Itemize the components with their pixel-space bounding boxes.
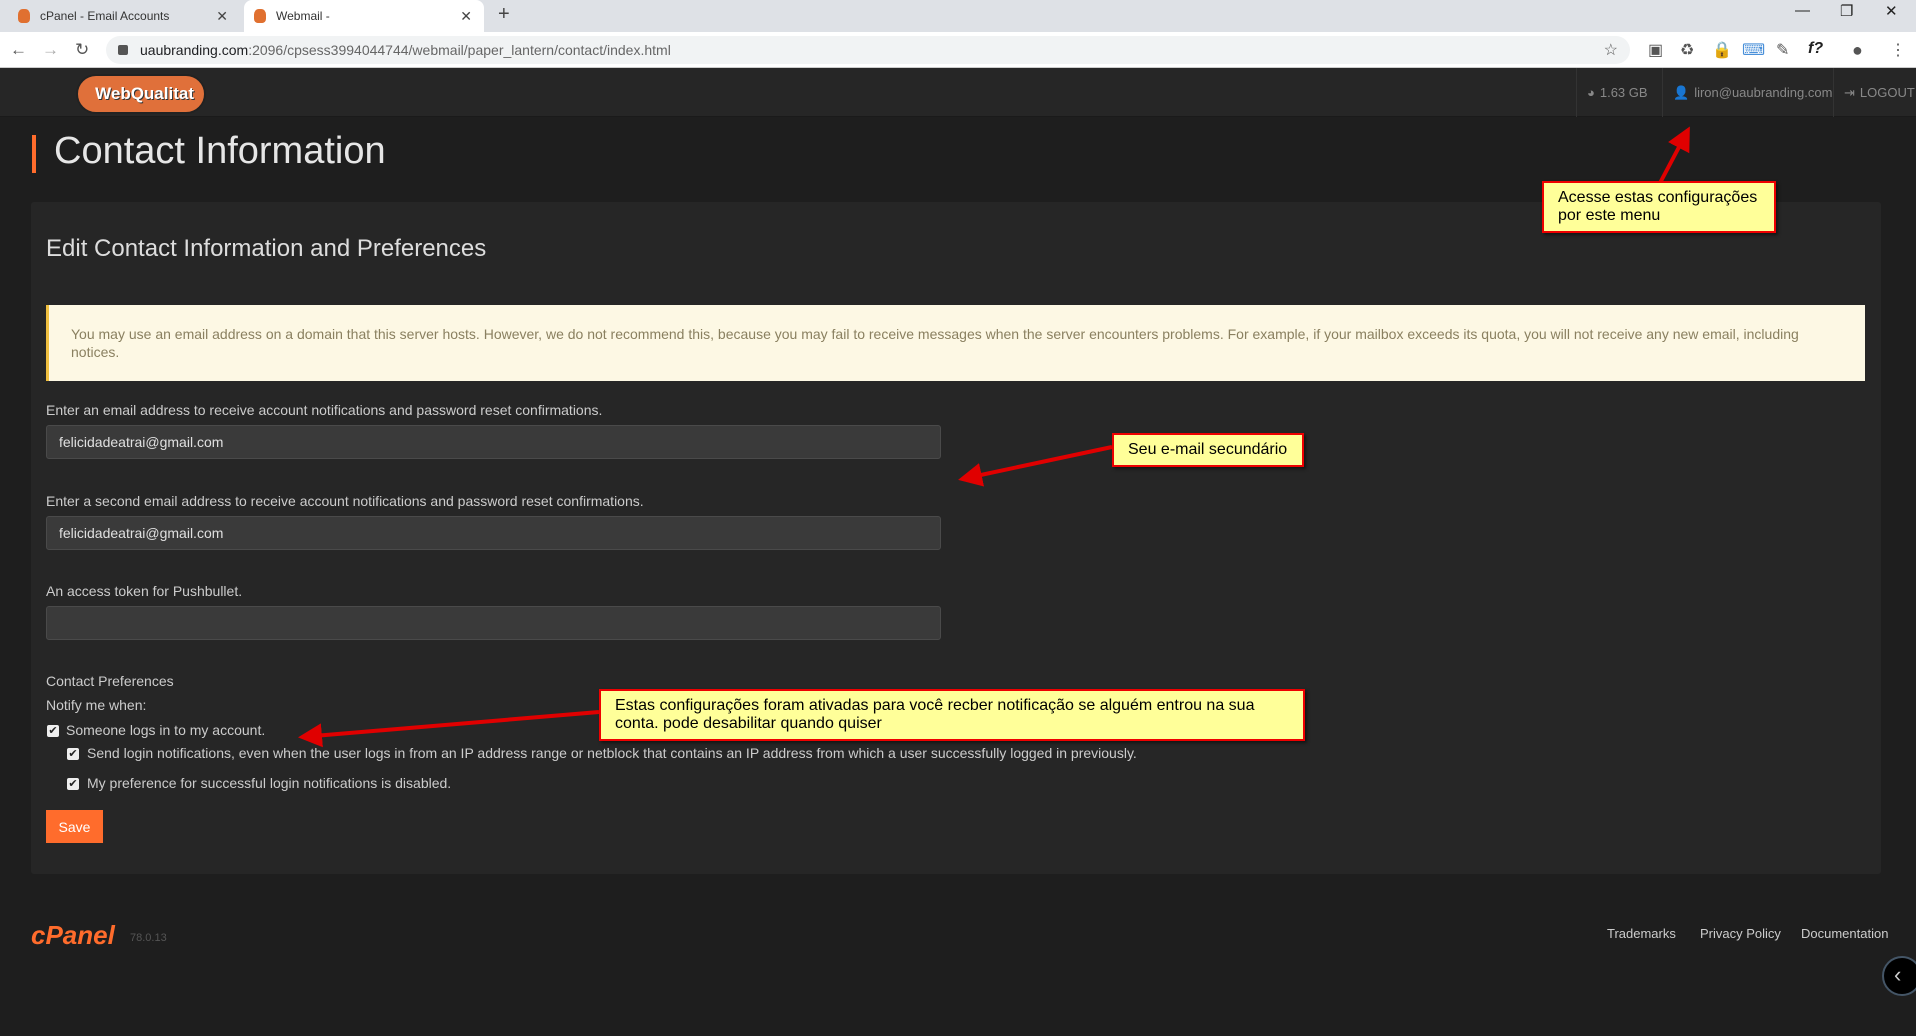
- arrow-to-checkboxes: [298, 710, 600, 748]
- callout-user-menu: Acesse estas configurações por este menu: [1542, 181, 1776, 233]
- arrow-to-email-fields: [958, 445, 1113, 487]
- annotation-arrows: [298, 126, 1690, 748]
- arrow-to-user-menu: [1658, 126, 1690, 184]
- callout-secondary-email: Seu e-mail secundário: [1112, 433, 1304, 467]
- callout-notifications: Estas configurações foram ativadas para …: [599, 689, 1305, 741]
